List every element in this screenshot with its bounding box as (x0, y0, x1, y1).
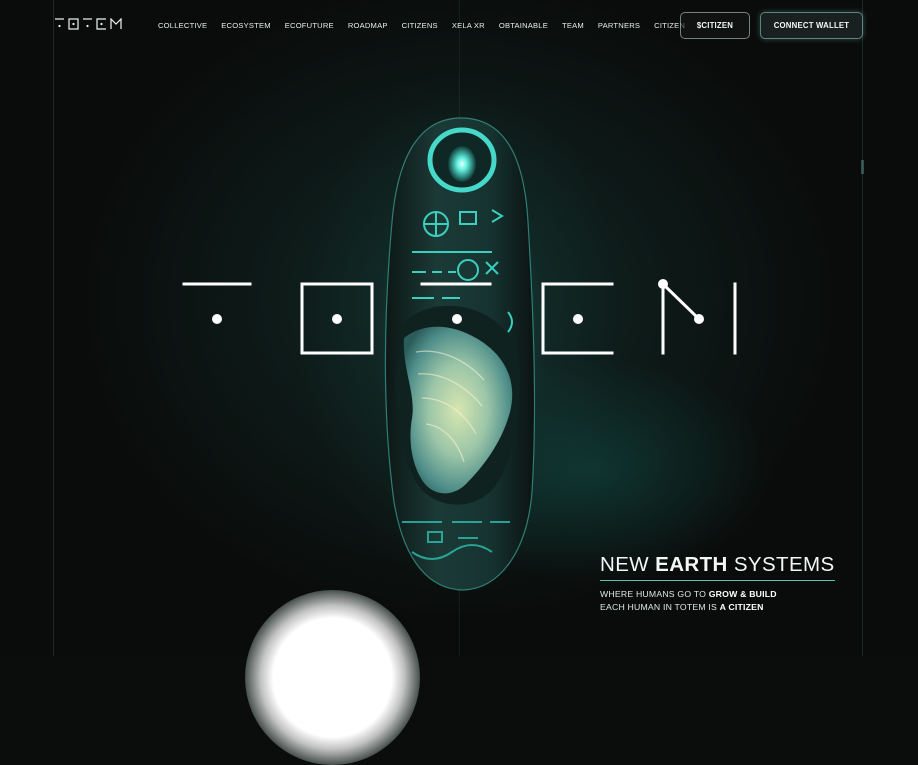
nav-citizens[interactable]: CITIZENS (402, 21, 438, 30)
glowing-orb (245, 590, 420, 765)
nav-ecofuture[interactable]: ECOFUTURE (285, 21, 334, 30)
connect-wallet-button[interactable]: CONNECT WALLET (760, 12, 863, 39)
totem-wordmark (182, 279, 737, 355)
frame-line-left (53, 0, 54, 656)
nav-obtainable[interactable]: OBTAINABLE (499, 21, 548, 30)
nav-team[interactable]: TEAM (562, 21, 584, 30)
main-nav: COLLECTIVE ECOSYSTEM ECOFUTURE ROADMAP C… (158, 21, 699, 30)
nav-ecosystem[interactable]: ECOSYSTEM (221, 21, 270, 30)
nav-partners[interactable]: PARTNERS (598, 21, 640, 30)
hero-subtitle: WHERE HUMANS GO TO GROW & BUILD EACH HUM… (600, 588, 858, 614)
subtitle-line-1: WHERE HUMANS GO TO GROW & BUILD (600, 589, 777, 599)
frame-line-right (862, 0, 863, 656)
citizen-token-button[interactable]: $CITIZEN (680, 12, 750, 39)
nav-xela-xr[interactable]: XELA XR (452, 21, 485, 30)
scroll-indicator[interactable] (861, 160, 864, 174)
nav-collective[interactable]: COLLECTIVE (158, 21, 207, 30)
hero-tagline: NEW EARTH SYSTEMS WHERE HUMANS GO TO GRO… (600, 553, 858, 614)
nav-roadmap[interactable]: ROADMAP (348, 21, 388, 30)
subtitle-line-2: EACH HUMAN IN TOTEM IS A CITIZEN (600, 602, 764, 612)
hero-headline: NEW EARTH SYSTEMS (600, 553, 835, 581)
totem-logo[interactable] (55, 18, 123, 30)
